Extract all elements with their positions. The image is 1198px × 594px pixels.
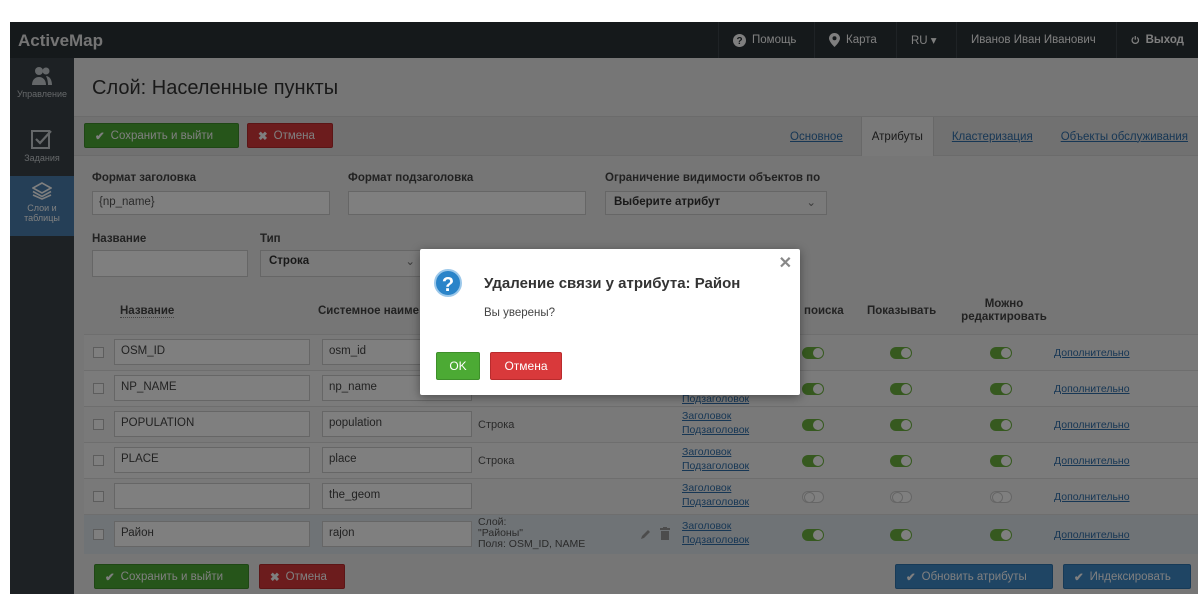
dialog-title: Удаление связи у атрибута: Район [484,275,741,292]
dialog-cancel-button[interactable]: Отмена [490,352,562,380]
ok-button[interactable]: OK [436,352,480,380]
app-window: ActiveMap ? Помощь Карта RU ▾ Иванов Ива… [10,22,1198,594]
close-icon[interactable]: ✕ [779,253,792,273]
confirm-dialog: ✕ ? Удаление связи у атрибута: Район Вы … [420,249,800,395]
question-icon: ? [434,269,462,297]
dialog-message: Вы уверены? [484,307,556,319]
